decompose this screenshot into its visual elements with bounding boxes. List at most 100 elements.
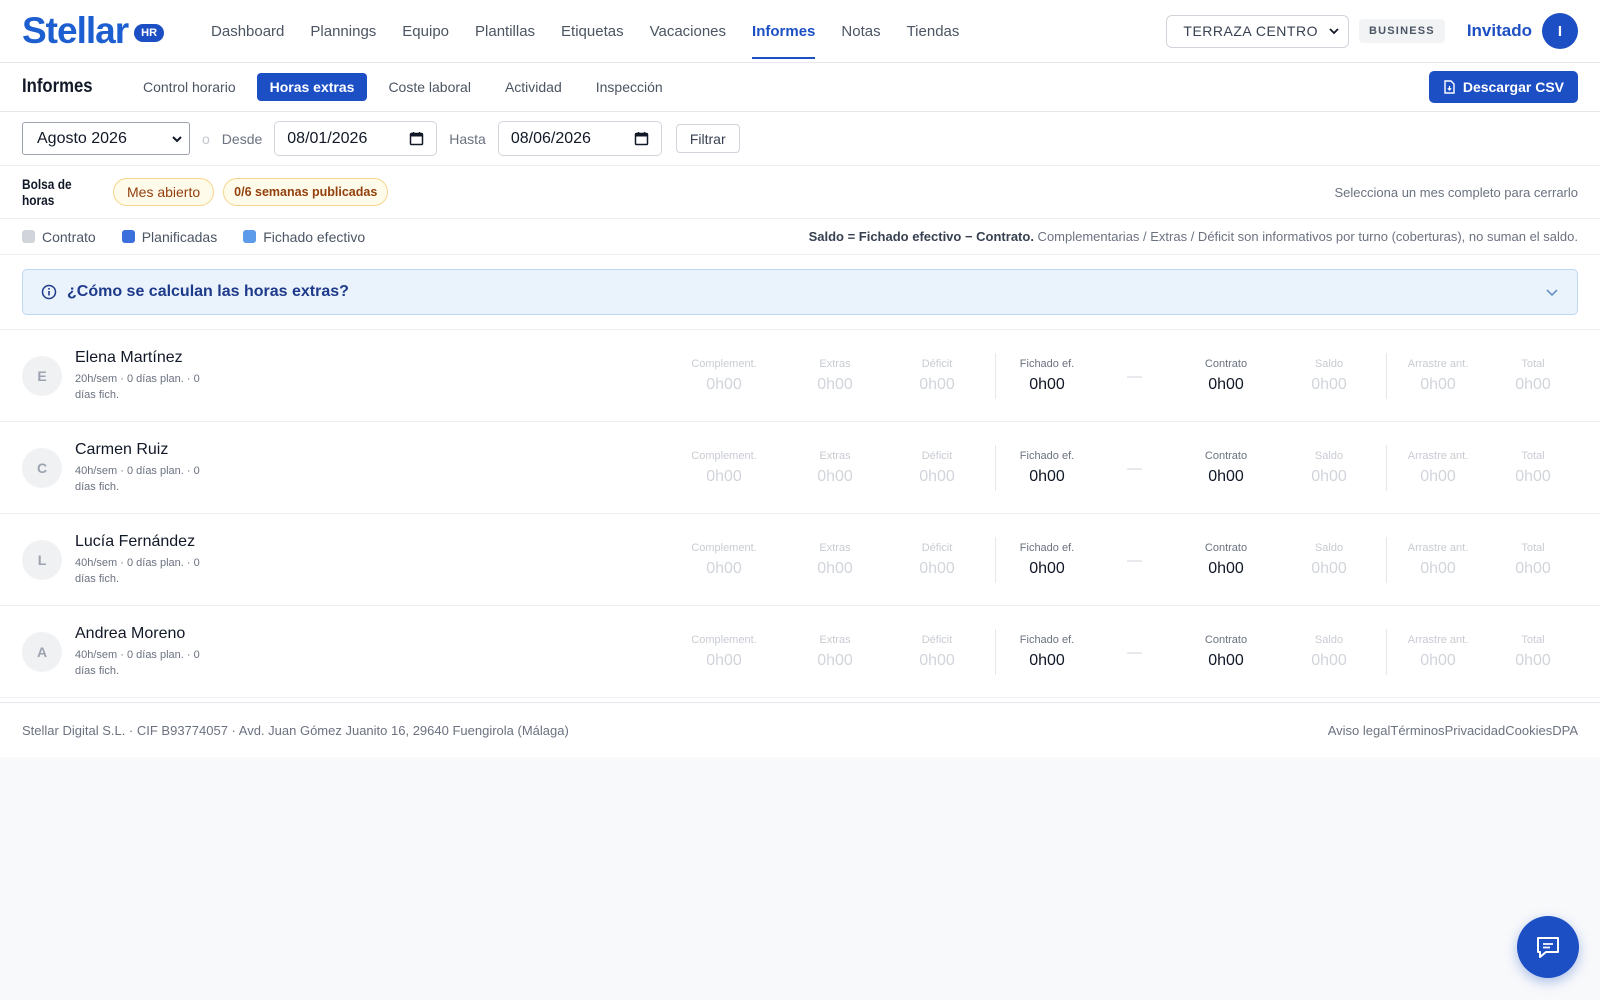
tab-inspeccion[interactable]: Inspección — [583, 73, 676, 101]
footer-link-aviso-legal[interactable]: Aviso legal — [1328, 723, 1391, 738]
nav-item-plannings[interactable]: Plannings — [297, 0, 389, 63]
reports-subbar: Informes Control horario Horas extras Co… — [0, 63, 1600, 112]
footer-link-dpa[interactable]: DPA — [1552, 723, 1578, 738]
metric-value: 0h00 — [1311, 652, 1347, 669]
avatar: A — [22, 631, 62, 672]
legend-swatch-planificadas — [121, 230, 135, 243]
nav-item-plantillas[interactable]: Plantillas — [462, 0, 548, 63]
month-select[interactable]: Agosto 2026 — [22, 122, 190, 155]
metric-label: Arrastre ant. — [1407, 450, 1469, 462]
metric-extras: Extras 0h00 — [805, 514, 865, 606]
accordion-title: ¿Cómo se calculan las horas extras? — [67, 283, 349, 300]
tab-actividad[interactable]: Actividad — [492, 73, 575, 101]
metric-value: 0h00 — [1029, 376, 1065, 393]
legend-item-planificadas: Planificadas — [121, 229, 217, 245]
metric-fichado: Fichado ef. 0h00 — [1012, 514, 1082, 606]
download-csv-label: Descargar CSV — [1462, 79, 1564, 95]
metric-value: 0h00 — [1420, 468, 1456, 485]
metric-arrastre: Arrastre ant. 0h00 — [1400, 422, 1476, 514]
footer-link-cookies[interactable]: Cookies — [1505, 723, 1552, 738]
metric-saldo: Saldo 0h00 — [1299, 606, 1359, 698]
employee-row[interactable]: C Carmen Ruiz 40h/sem · 0 días plan. · 0… — [0, 422, 1600, 514]
chevron-down-icon[interactable] — [1545, 285, 1559, 299]
user-name[interactable]: Invitado — [1467, 21, 1532, 41]
calendar-icon[interactable] — [409, 131, 424, 146]
chat-button[interactable] — [1517, 916, 1579, 978]
tab-control-horario[interactable]: Control horario — [130, 73, 249, 101]
metric-fichado: Fichado ef. 0h00 — [1012, 422, 1082, 514]
metric-value: 0h00 — [706, 468, 742, 485]
metric-label: Fichado ef. — [1019, 634, 1075, 646]
metric-saldo: Saldo 0h00 — [1299, 514, 1359, 606]
column-divider — [1386, 537, 1387, 583]
employee-name: Carmen Ruiz — [75, 440, 169, 458]
metric-label: Saldo — [1314, 358, 1344, 370]
metric-value: 0h00 — [1420, 560, 1456, 577]
legend-label: Fichado efectivo — [263, 228, 366, 245]
metric-arrastre: Arrastre ant. 0h00 — [1400, 330, 1476, 422]
store-select[interactable]: TERRAZA CENTRO — [1166, 14, 1349, 48]
metric-label: Contrato — [1204, 450, 1248, 462]
filter-button[interactable]: Filtrar — [675, 124, 740, 153]
metric-extras: Extras 0h00 — [805, 330, 865, 422]
month-select-value: Agosto 2026 — [37, 129, 127, 147]
from-date-input[interactable]: 08/01/2026 — [274, 121, 438, 156]
brand-logo[interactable]: Stellar HR — [22, 10, 165, 52]
to-date-input[interactable]: 08/06/2026 — [497, 121, 662, 156]
metric-complement: Complement. 0h00 — [688, 514, 760, 606]
metric-value: 0h00 — [1029, 468, 1065, 485]
employee-name: Lucía Fernández — [75, 532, 196, 550]
metric-label: Contrato — [1204, 542, 1248, 554]
user-avatar[interactable]: I — [1542, 13, 1578, 49]
employee-row[interactable]: A Andrea Moreno 40h/sem · 0 días plan. ·… — [0, 606, 1600, 698]
metric-label: Déficit — [921, 358, 953, 370]
metric-value: 0h00 — [1311, 468, 1347, 485]
employee-meta-line2: días fich. — [75, 664, 120, 677]
employee-list: E Elena Martínez 20h/sem · 0 días plan. … — [0, 330, 1600, 698]
tab-horas-extras[interactable]: Horas extras — [256, 73, 368, 101]
plan-badge: BUSINESS — [1358, 19, 1445, 43]
nav-item-tiendas[interactable]: Tiendas — [894, 0, 973, 63]
nav-item-notas[interactable]: Notas — [828, 0, 893, 63]
employee-row[interactable]: L Lucía Fernández 40h/sem · 0 días plan.… — [0, 514, 1600, 606]
metric-saldo: Saldo 0h00 — [1299, 422, 1359, 514]
avatar: E — [22, 355, 62, 396]
legend-swatch-contrato — [22, 230, 35, 243]
legend-item-fichado: Fichado efectivo — [243, 229, 365, 245]
employee-name: Andrea Moreno — [75, 624, 186, 642]
employee-row[interactable]: E Elena Martínez 20h/sem · 0 días plan. … — [0, 330, 1600, 422]
metric-label: Déficit — [921, 450, 953, 462]
employee-meta-line2: días fich. — [75, 388, 120, 401]
metric-label: Déficit — [921, 542, 953, 554]
metric-arrastre: Arrastre ant. 0h00 — [1400, 514, 1476, 606]
nav-item-dashboard[interactable]: Dashboard — [198, 0, 297, 63]
metric-value: 0h00 — [1515, 652, 1551, 669]
how-calculated-accordion[interactable]: ¿Cómo se calculan las horas extras? — [22, 269, 1578, 315]
metric-value: 0h00 — [1420, 652, 1456, 669]
metric-fichado: Fichado ef. 0h00 — [1012, 330, 1082, 422]
column-divider — [995, 353, 996, 399]
legend-label: Contrato — [42, 228, 96, 245]
nav-item-vacaciones[interactable]: Vacaciones — [637, 0, 739, 63]
minus-sign: — — [1127, 367, 1142, 385]
calendar-icon[interactable] — [634, 131, 649, 146]
nav-item-informes[interactable]: Informes — [739, 0, 828, 63]
metric-label: Saldo — [1314, 634, 1344, 646]
balance-formula: Saldo = Fichado efectivo − Contrato. — [808, 229, 1034, 244]
metric-saldo: Saldo 0h00 — [1299, 330, 1359, 422]
metric-value: 0h00 — [919, 560, 955, 577]
footer-link-privacidad[interactable]: Privacidad — [1445, 723, 1506, 738]
tab-coste-laboral[interactable]: Coste laboral — [375, 73, 484, 101]
metric-deficit: Déficit 0h00 — [907, 514, 967, 606]
download-csv-button[interactable]: Descargar CSV — [1428, 71, 1578, 103]
metric-contrato: Contrato 0h00 — [1196, 330, 1256, 422]
nav-item-equipo[interactable]: Equipo — [389, 0, 462, 63]
nav-item-etiquetas[interactable]: Etiquetas — [548, 0, 637, 63]
column-divider — [995, 445, 996, 491]
employee-meta-line1: 40h/sem · 0 días plan. · 0 — [75, 464, 200, 477]
column-divider — [995, 629, 996, 675]
to-label: Hasta — [449, 130, 486, 147]
hours-bank-title: Bolsa de horas — [22, 176, 72, 208]
footer-link-terminos[interactable]: Términos — [1390, 723, 1444, 738]
metric-label: Complement. — [691, 542, 757, 554]
